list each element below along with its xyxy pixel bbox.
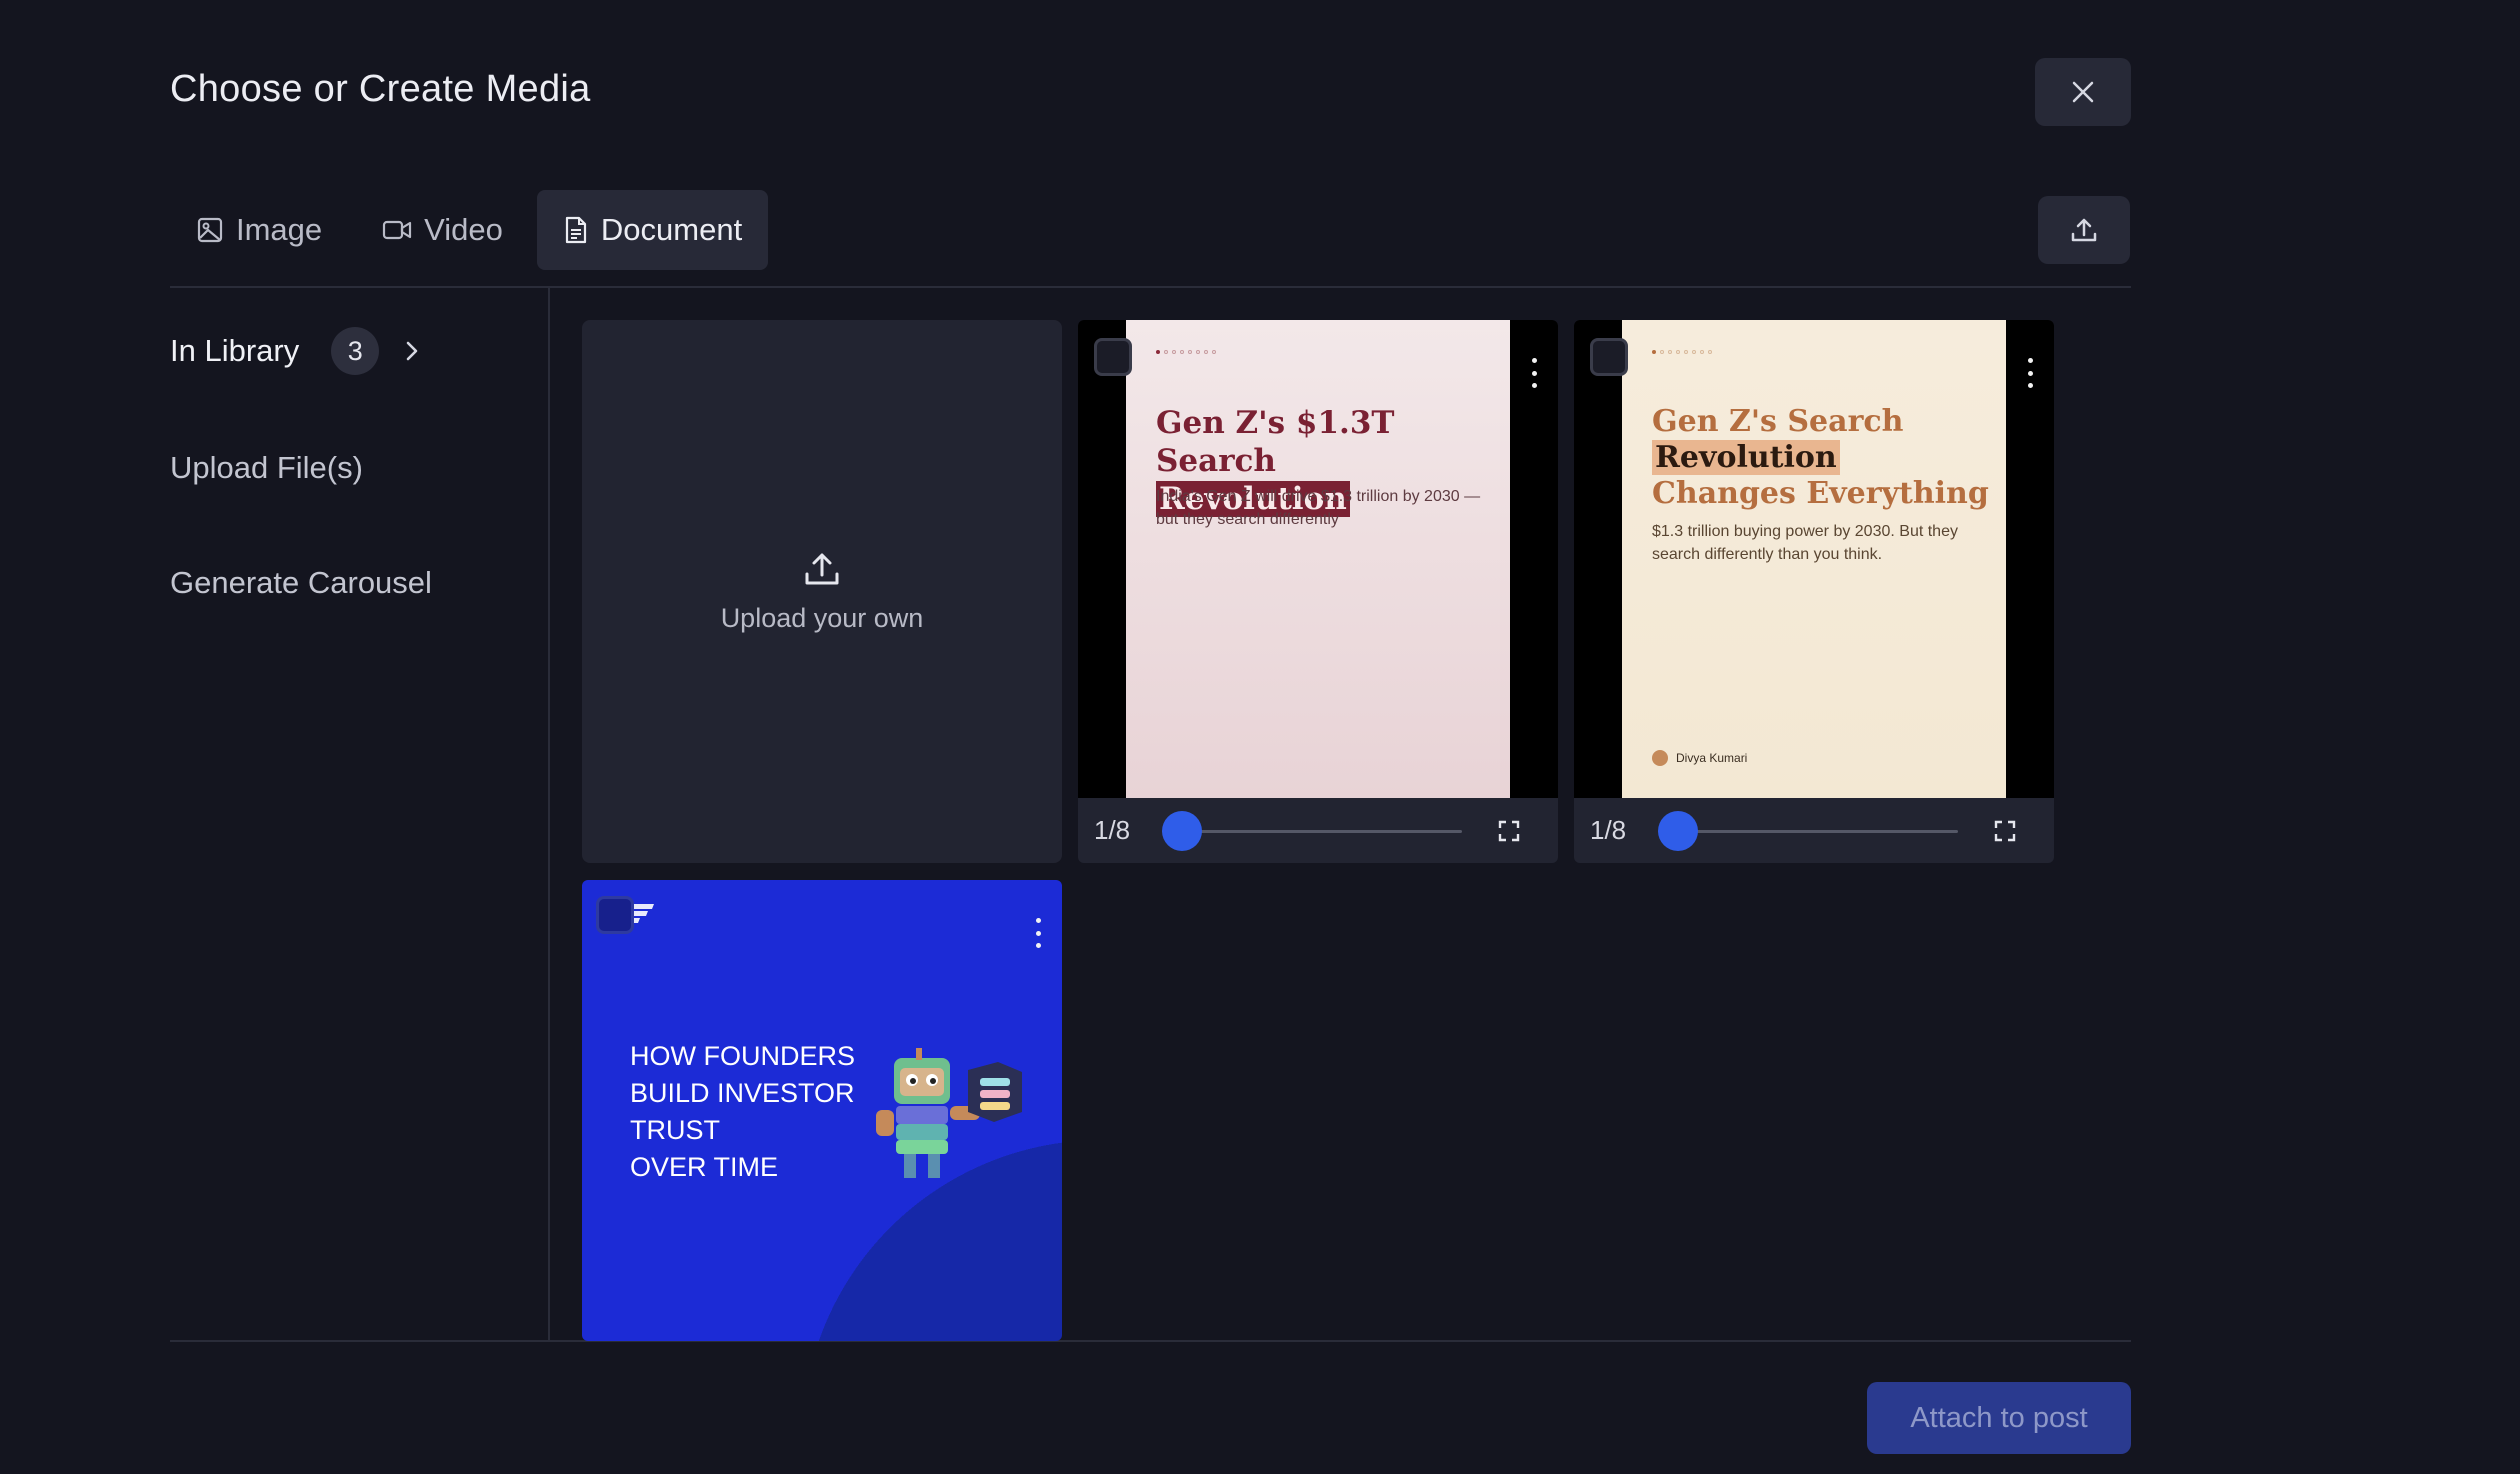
sidebar-item-label: Generate Carousel bbox=[170, 565, 432, 600]
avatar bbox=[1652, 750, 1668, 766]
document-controls: 1/8 bbox=[1574, 798, 2054, 863]
document-card[interactable]: Gen Z's Search Revolution Changes Everyt… bbox=[1574, 320, 2054, 863]
fullscreen-icon bbox=[1994, 820, 2016, 841]
select-checkbox[interactable] bbox=[1590, 338, 1628, 376]
document-preview: Gen Z's Search Revolution Changes Everyt… bbox=[1574, 320, 2054, 798]
author-name: Divya Kumari bbox=[1676, 751, 1748, 765]
tab-document[interactable]: Document bbox=[536, 190, 769, 270]
document-card[interactable]: HOW FOUNDERS BUILD INVESTOR TRUST OVER T… bbox=[582, 880, 1062, 1341]
image-icon bbox=[197, 217, 223, 243]
header-divider bbox=[170, 286, 2131, 288]
sidebar-divider bbox=[548, 287, 550, 1341]
document-preview: Gen Z's $1.3T Search Revolution India's … bbox=[1078, 320, 1558, 798]
page-indicator: 1/8 bbox=[1590, 815, 1627, 845]
fullscreen-button[interactable] bbox=[1990, 816, 2020, 846]
robot-illustration-icon bbox=[876, 1048, 1022, 1178]
sidebar-item-label: In Library bbox=[170, 333, 300, 368]
attach-to-post-button[interactable]: Attach to post bbox=[1867, 1382, 2131, 1454]
document-subtitle: $1.3 trillion buying power by 2030. But … bbox=[1652, 523, 1958, 563]
promo-headline: HOW FOUNDERS BUILD INVESTOR TRUST OVER T… bbox=[630, 1041, 855, 1182]
slide-dots bbox=[1156, 350, 1216, 354]
tab-document-label: Document bbox=[600, 212, 743, 247]
more-options-icon[interactable] bbox=[2020, 358, 2040, 388]
slider-track bbox=[1658, 829, 1958, 833]
upload-button[interactable] bbox=[2038, 196, 2130, 264]
library-count-badge: 3 bbox=[331, 327, 380, 375]
document-page: Gen Z's $1.3T Search Revolution India's … bbox=[1126, 320, 1510, 798]
upload-icon bbox=[805, 553, 839, 585]
select-checkbox[interactable] bbox=[1094, 338, 1132, 376]
sidebar-item-generate-carousel[interactable]: Generate Carousel bbox=[170, 565, 432, 601]
footer-divider bbox=[170, 1340, 2131, 1342]
document-icon bbox=[565, 216, 587, 244]
fullscreen-icon bbox=[1498, 820, 1520, 841]
modal-title: Choose or Create Media bbox=[170, 68, 591, 110]
tab-image[interactable]: Image bbox=[170, 190, 348, 270]
sidebar-item-upload-files[interactable]: Upload File(s) bbox=[170, 450, 363, 486]
close-icon bbox=[2072, 81, 2094, 103]
upload-icon bbox=[2071, 218, 2097, 242]
slider-thumb[interactable] bbox=[1658, 810, 1698, 851]
slider-thumb[interactable] bbox=[1162, 810, 1202, 851]
document-page: Gen Z's Search Revolution Changes Everyt… bbox=[1622, 320, 2006, 798]
document-title: Gen Z's Search Revolution Changes Everyt… bbox=[1652, 404, 1989, 511]
author-tag: Divya Kumari bbox=[1652, 750, 1747, 766]
select-checkbox[interactable] bbox=[596, 896, 634, 934]
document-card[interactable]: Gen Z's $1.3T Search Revolution India's … bbox=[1078, 320, 1558, 863]
page-slider[interactable] bbox=[1162, 810, 1462, 851]
tab-image-label: Image bbox=[236, 212, 323, 247]
chevron-right-icon bbox=[406, 341, 418, 361]
upload-your-own-card[interactable]: Upload your own bbox=[582, 320, 1062, 863]
document-subtitle: India's Gen Z will drive $1.3 trillion b… bbox=[1156, 488, 1481, 528]
slider-track bbox=[1162, 829, 1462, 833]
tab-video[interactable]: Video bbox=[356, 190, 529, 270]
more-options-icon[interactable] bbox=[1524, 358, 1544, 388]
sidebar-item-label: Upload File(s) bbox=[170, 450, 363, 485]
media-type-tabs: Image Video Document bbox=[170, 190, 769, 270]
page-slider[interactable] bbox=[1658, 810, 1958, 851]
upload-your-own-label: Upload your own bbox=[720, 603, 924, 633]
page-indicator: 1/8 bbox=[1094, 815, 1131, 845]
document-controls: 1/8 bbox=[1078, 798, 1558, 863]
tab-video-label: Video bbox=[424, 212, 503, 247]
close-button[interactable] bbox=[2035, 58, 2131, 126]
video-icon bbox=[383, 220, 412, 240]
more-options-icon[interactable] bbox=[1028, 918, 1048, 948]
fullscreen-button[interactable] bbox=[1494, 816, 1524, 846]
slide-dots bbox=[1652, 350, 1712, 354]
sidebar-item-in-library[interactable]: In Library 3 bbox=[170, 327, 421, 375]
